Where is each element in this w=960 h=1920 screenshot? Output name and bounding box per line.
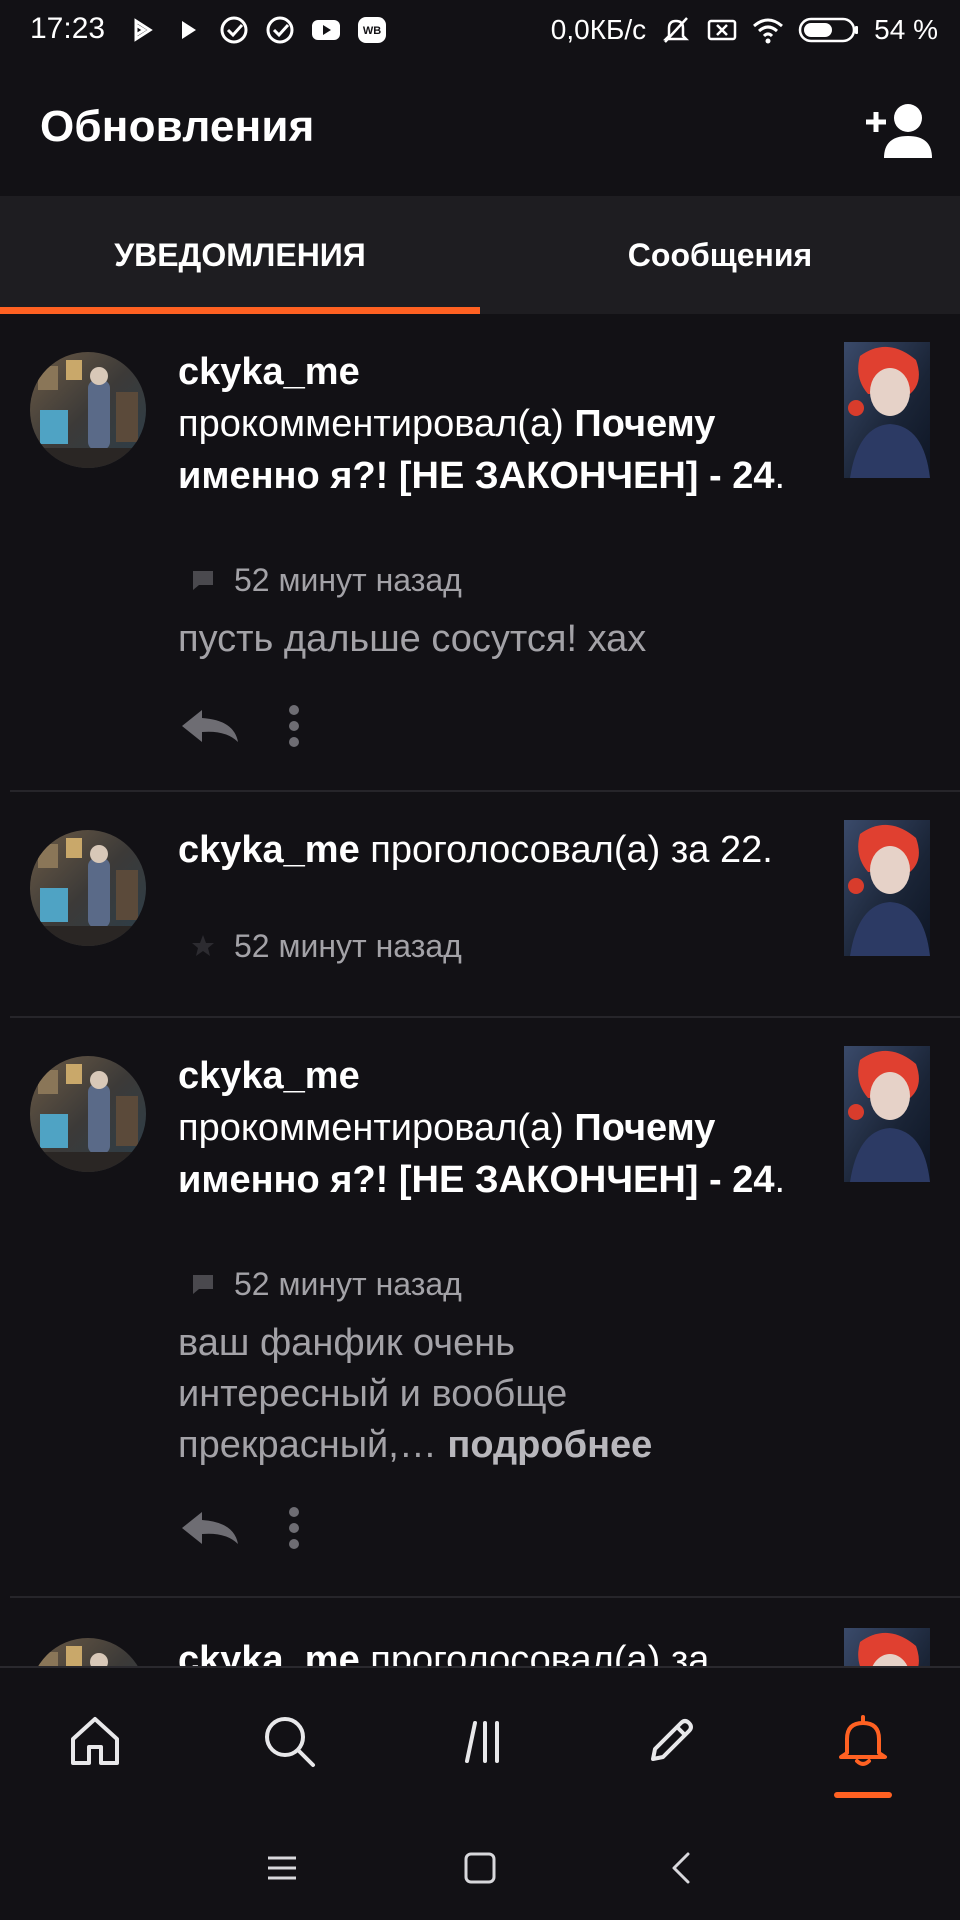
tab-bar: УВЕДОМЛЕНИЯ Сообщения <box>0 196 960 314</box>
notification-user[interactable]: ckyka_me <box>178 1639 360 1666</box>
mute-icon <box>663 17 690 43</box>
notification-action: прокомментировал(а) <box>178 1107 564 1149</box>
add-user-icon[interactable] <box>862 98 932 160</box>
nav-home[interactable] <box>60 1706 130 1776</box>
comment-actions <box>180 698 300 754</box>
status-right: 0,0КБ/с 54 % <box>551 12 938 48</box>
notification-item[interactable]: ckyka_me проголосовал(а) за <box>0 1598 960 1666</box>
status-notification-icons: WB <box>126 12 388 48</box>
check-circle-icon <box>220 16 248 44</box>
notification-feed[interactable]: ckyka_me прокомментировал(а) Почему имен… <box>0 314 960 1666</box>
comment-preview[interactable]: ваш фанфик очень интересный и вообще пре… <box>178 1318 718 1471</box>
comment-icon <box>193 1275 213 1294</box>
avatar[interactable] <box>30 1056 146 1172</box>
more-options-icon[interactable] <box>288 1506 300 1550</box>
bottom-nav <box>0 1666 960 1818</box>
story-cover[interactable] <box>844 1628 930 1666</box>
reply-icon[interactable] <box>180 706 242 746</box>
status-time: 17:23 <box>30 12 106 45</box>
play-icon <box>182 21 196 39</box>
star-icon <box>192 935 214 956</box>
youtube-icon <box>312 20 340 40</box>
play-icon <box>134 18 153 42</box>
system-nav-bar <box>0 1816 960 1920</box>
notification-target[interactable]: 22 <box>720 829 762 871</box>
notification-action: проголосовал(а) за <box>370 1639 710 1666</box>
notification-meta: 52 минут назад <box>190 926 462 966</box>
avatar[interactable] <box>30 830 146 946</box>
wifi-icon <box>753 18 784 44</box>
notification-time: 52 минут назад <box>234 561 462 598</box>
notification-user[interactable]: ckyka_me <box>178 829 360 871</box>
network-speed: 0,0КБ/с <box>550 14 647 45</box>
home-icon <box>71 1717 119 1765</box>
back-icon[interactable] <box>660 1846 704 1890</box>
page-title: Обновления <box>40 102 315 151</box>
notification-user[interactable]: ckyka_me <box>178 351 360 393</box>
write-icon <box>651 1719 693 1761</box>
notification-user[interactable]: ckyka_me <box>178 1055 360 1097</box>
notification-text: ckyka_me прокомментировал(а) Почему имен… <box>178 1055 786 1201</box>
notification-time: 52 минут назад <box>234 1265 462 1302</box>
notification-meta: 52 минут назад <box>190 560 462 600</box>
notification-text: ckyka_me прокомментировал(а) Почему имен… <box>178 351 786 497</box>
nav-search[interactable] <box>254 1706 324 1776</box>
avatar[interactable] <box>30 1638 146 1666</box>
bell-icon <box>839 1715 887 1766</box>
status-bar: 17:23 WB 0,0КБ/с 54 % <box>0 0 960 62</box>
nav-write[interactable] <box>636 1706 706 1776</box>
active-tab-indicator <box>0 307 480 314</box>
notification-item[interactable]: ckyka_me проголосовал(а) за 22. 52 минут… <box>0 792 960 1018</box>
comment-actions <box>180 1500 300 1556</box>
notification-action: проголосовал(а) за <box>370 829 710 871</box>
active-nav-indicator <box>834 1792 892 1798</box>
svg-text:WB: WB <box>363 25 381 37</box>
notification-meta: 52 минут назад <box>190 1264 462 1304</box>
notification-item[interactable]: ckyka_me прокомментировал(а) Почему имен… <box>0 314 960 792</box>
search-icon <box>265 1717 315 1767</box>
story-cover[interactable] <box>844 820 930 956</box>
notification-text: ckyka_me проголосовал(а) за 22. <box>178 829 773 871</box>
story-cover[interactable] <box>844 1046 930 1182</box>
tab-messages[interactable]: Сообщения <box>480 196 960 314</box>
tab-notifications[interactable]: УВЕДОМЛЕНИЯ <box>0 196 480 314</box>
avatar[interactable] <box>30 352 146 468</box>
battery-icon <box>798 17 859 43</box>
more-options-icon[interactable] <box>288 704 300 748</box>
notification-item[interactable]: ckyka_me прокомментировал(а) Почему имен… <box>0 1018 960 1598</box>
check-circle-icon <box>266 16 294 44</box>
menu-icon[interactable] <box>260 1846 304 1890</box>
read-more-link[interactable]: подробнее <box>447 1424 652 1466</box>
notification-text: ckyka_me проголосовал(а) за <box>178 1634 808 1666</box>
library-icon <box>465 1721 499 1763</box>
battery-percent: 54 % <box>874 14 938 45</box>
app-bar: Обновления <box>0 62 960 196</box>
reply-icon[interactable] <box>180 1508 242 1548</box>
sim-off-icon <box>707 19 737 41</box>
story-cover[interactable] <box>844 342 930 478</box>
wb-icon: WB <box>358 17 386 43</box>
notification-time: 52 минут назад <box>234 927 462 964</box>
home-square-icon[interactable] <box>458 1846 502 1890</box>
comment-preview[interactable]: пусть дальше сосутся! хах <box>178 614 818 665</box>
comment-icon <box>193 571 213 590</box>
notification-action: прокомментировал(а) <box>178 403 564 445</box>
nav-library[interactable] <box>446 1706 516 1776</box>
nav-notifications[interactable] <box>828 1706 898 1776</box>
